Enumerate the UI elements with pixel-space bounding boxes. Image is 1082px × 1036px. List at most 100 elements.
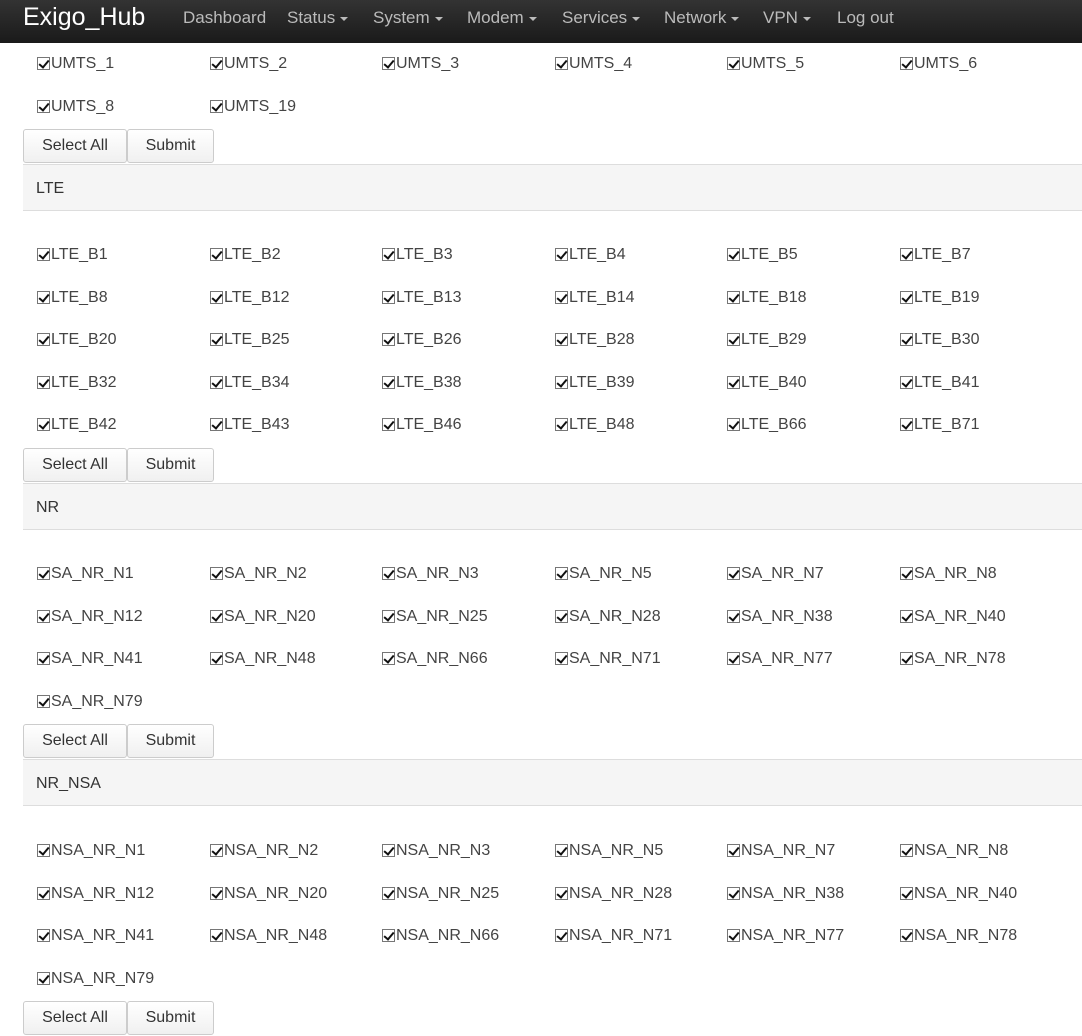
checkbox-checked-icon[interactable]: [727, 248, 740, 261]
checkbox-checked-icon[interactable]: [37, 290, 50, 304]
checkbox-checked-icon[interactable]: [210, 929, 223, 942]
checkbox-checked-icon[interactable]: [382, 567, 395, 580]
band-checkbox-lte-b40[interactable]: LTE_B40: [727, 373, 807, 393]
checkbox-checked-icon[interactable]: [555, 375, 568, 389]
band-checkbox-nsa-nr-n28[interactable]: NSA_NR_N28: [555, 884, 672, 904]
checkbox-checked-icon[interactable]: [900, 929, 913, 942]
band-checkbox-lte-b2[interactable]: LTE_B2: [210, 245, 281, 265]
band-checkbox-nsa-nr-n48[interactable]: NSA_NR_N48: [210, 926, 327, 946]
band-checkbox-lte-b66[interactable]: LTE_B66: [727, 415, 807, 435]
band-checkbox-sa-nr-n71[interactable]: SA_NR_N71: [555, 649, 661, 669]
checkbox-checked-icon[interactable]: [900, 609, 913, 623]
band-checkbox-lte-b19[interactable]: LTE_B19: [900, 288, 980, 308]
checkbox-checked-icon[interactable]: [210, 609, 223, 623]
band-checkbox-lte-b43[interactable]: LTE_B43: [210, 415, 290, 435]
checkbox-checked-icon[interactable]: [382, 418, 395, 431]
checkbox-checked-icon[interactable]: [727, 886, 740, 900]
checkbox-checked-icon[interactable]: [727, 929, 740, 942]
band-checkbox-lte-b26[interactable]: LTE_B26: [382, 330, 462, 350]
band-checkbox-sa-nr-n1[interactable]: SA_NR_N1: [37, 564, 134, 584]
checkbox-checked-icon[interactable]: [382, 609, 395, 623]
checkbox-checked-icon[interactable]: [900, 57, 913, 70]
nav-services[interactable]: Services: [562, 8, 641, 28]
band-checkbox-lte-b8[interactable]: LTE_B8: [37, 288, 108, 308]
band-checkbox-umts-1[interactable]: UMTS_1: [37, 54, 114, 74]
band-checkbox-lte-b1[interactable]: LTE_B1: [37, 245, 108, 265]
checkbox-checked-icon[interactable]: [37, 652, 50, 665]
checkbox-checked-icon[interactable]: [727, 652, 740, 665]
band-checkbox-nsa-nr-n1[interactable]: NSA_NR_N1: [37, 841, 145, 861]
checkbox-checked-icon[interactable]: [37, 567, 50, 580]
checkbox-checked-icon[interactable]: [727, 375, 740, 389]
checkbox-checked-icon[interactable]: [382, 248, 395, 261]
checkbox-checked-icon[interactable]: [210, 333, 223, 346]
checkbox-checked-icon[interactable]: [210, 844, 223, 857]
checkbox-checked-icon[interactable]: [727, 333, 740, 346]
checkbox-checked-icon[interactable]: [900, 333, 913, 346]
band-checkbox-nsa-nr-n79[interactable]: NSA_NR_N79: [37, 969, 154, 989]
nav-vpn[interactable]: VPN: [763, 8, 811, 28]
checkbox-checked-icon[interactable]: [37, 248, 50, 261]
checkbox-checked-icon[interactable]: [555, 929, 568, 942]
submit-button[interactable]: Submit: [127, 724, 214, 758]
checkbox-checked-icon[interactable]: [900, 418, 913, 431]
submit-button[interactable]: Submit: [127, 1001, 214, 1035]
band-checkbox-lte-b71[interactable]: LTE_B71: [900, 415, 980, 435]
nav-dashboard[interactable]: Dashboard: [183, 8, 266, 28]
checkbox-checked-icon[interactable]: [900, 290, 913, 304]
band-checkbox-lte-b18[interactable]: LTE_B18: [727, 288, 807, 308]
band-checkbox-lte-b13[interactable]: LTE_B13: [382, 288, 462, 308]
checkbox-checked-icon[interactable]: [727, 290, 740, 304]
checkbox-checked-icon[interactable]: [37, 929, 50, 942]
checkbox-checked-icon[interactable]: [37, 375, 50, 389]
band-checkbox-umts-6[interactable]: UMTS_6: [900, 54, 977, 74]
checkbox-checked-icon[interactable]: [37, 971, 50, 985]
checkbox-checked-icon[interactable]: [210, 375, 223, 389]
band-checkbox-sa-nr-n2[interactable]: SA_NR_N2: [210, 564, 307, 584]
band-checkbox-sa-nr-n66[interactable]: SA_NR_N66: [382, 649, 488, 669]
band-checkbox-sa-nr-n48[interactable]: SA_NR_N48: [210, 649, 316, 669]
band-checkbox-lte-b38[interactable]: LTE_B38: [382, 373, 462, 393]
checkbox-checked-icon[interactable]: [555, 57, 568, 70]
band-checkbox-nsa-nr-n2[interactable]: NSA_NR_N2: [210, 841, 318, 861]
band-checkbox-sa-nr-n8[interactable]: SA_NR_N8: [900, 564, 997, 584]
band-checkbox-nsa-nr-n41[interactable]: NSA_NR_N41: [37, 926, 154, 946]
band-checkbox-sa-nr-n20[interactable]: SA_NR_N20: [210, 607, 316, 627]
band-checkbox-lte-b41[interactable]: LTE_B41: [900, 373, 980, 393]
band-checkbox-umts-2[interactable]: UMTS_2: [210, 54, 287, 74]
submit-button[interactable]: Submit: [127, 448, 214, 482]
band-checkbox-umts-8[interactable]: UMTS_8: [37, 97, 114, 117]
select-all-button[interactable]: Select All: [23, 129, 127, 163]
band-checkbox-sa-nr-n12[interactable]: SA_NR_N12: [37, 607, 143, 627]
band-checkbox-nsa-nr-n5[interactable]: NSA_NR_N5: [555, 841, 663, 861]
band-checkbox-sa-nr-n5[interactable]: SA_NR_N5: [555, 564, 652, 584]
band-checkbox-nsa-nr-n25[interactable]: NSA_NR_N25: [382, 884, 499, 904]
brand-logo[interactable]: Exigo_Hub: [23, 2, 145, 32]
checkbox-checked-icon[interactable]: [900, 248, 913, 261]
band-checkbox-lte-b14[interactable]: LTE_B14: [555, 288, 635, 308]
band-checkbox-lte-b46[interactable]: LTE_B46: [382, 415, 462, 435]
checkbox-checked-icon[interactable]: [555, 609, 568, 623]
checkbox-checked-icon[interactable]: [555, 844, 568, 857]
checkbox-checked-icon[interactable]: [900, 886, 913, 900]
checkbox-checked-icon[interactable]: [900, 567, 913, 580]
checkbox-checked-icon[interactable]: [210, 57, 223, 70]
band-checkbox-nsa-nr-n3[interactable]: NSA_NR_N3: [382, 841, 490, 861]
checkbox-checked-icon[interactable]: [210, 99, 223, 113]
checkbox-checked-icon[interactable]: [382, 929, 395, 942]
band-checkbox-lte-b25[interactable]: LTE_B25: [210, 330, 290, 350]
checkbox-checked-icon[interactable]: [37, 99, 50, 113]
checkbox-checked-icon[interactable]: [210, 418, 223, 431]
band-checkbox-lte-b42[interactable]: LTE_B42: [37, 415, 117, 435]
checkbox-checked-icon[interactable]: [37, 333, 50, 346]
band-checkbox-lte-b29[interactable]: LTE_B29: [727, 330, 807, 350]
band-checkbox-sa-nr-n3[interactable]: SA_NR_N3: [382, 564, 479, 584]
band-checkbox-sa-nr-n38[interactable]: SA_NR_N38: [727, 607, 833, 627]
checkbox-checked-icon[interactable]: [900, 375, 913, 389]
checkbox-checked-icon[interactable]: [37, 418, 50, 431]
band-checkbox-umts-4[interactable]: UMTS_4: [555, 54, 632, 74]
band-checkbox-umts-3[interactable]: UMTS_3: [382, 54, 459, 74]
checkbox-checked-icon[interactable]: [382, 844, 395, 857]
band-checkbox-lte-b3[interactable]: LTE_B3: [382, 245, 453, 265]
checkbox-checked-icon[interactable]: [555, 290, 568, 304]
